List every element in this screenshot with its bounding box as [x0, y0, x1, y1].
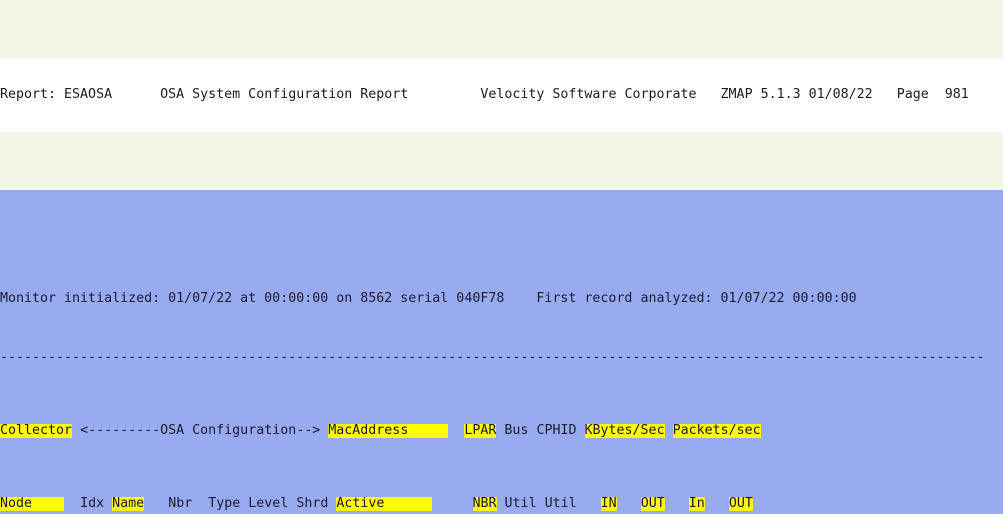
report-header-band: Monitor initialized: 01/07/22 at 00:00:0…	[0, 190, 1003, 514]
hdr2-gap-3	[144, 497, 168, 511]
header-bus: Bus	[504, 423, 529, 438]
header-node-pad	[32, 496, 65, 511]
header-lpar-nbr: NBR	[472, 496, 497, 511]
header-type: Type	[208, 496, 241, 511]
hdr2-gap-8	[432, 497, 472, 511]
hdr1-gap-1	[72, 424, 80, 438]
report-label: Report: ESAOSA	[0, 87, 113, 102]
title-gap-5	[929, 88, 945, 102]
rule-top: ----------------------------------------…	[0, 350, 985, 365]
header-osa-config-span: <---------OSA Configuration-->	[80, 423, 321, 438]
blue-spacer-top	[0, 233, 1003, 249]
hdr1-gap-6	[577, 424, 585, 438]
header-idx: Idx	[80, 496, 105, 511]
header-packets-out: OUT	[728, 496, 753, 511]
title-gap-2	[408, 88, 480, 102]
vendor-name: Velocity Software Corporate	[480, 87, 697, 102]
header-cphid: CPHID	[536, 423, 577, 438]
column-header-line-1: Collector <---------OSA Configuration-->…	[0, 423, 1003, 439]
header-packets-sec: Packets/sec	[672, 423, 761, 438]
title-gap-4	[873, 88, 897, 102]
report-title-band: Report: ESAOSA OSA System Configuration …	[0, 58, 1003, 132]
hdr2-gap-2	[104, 497, 112, 511]
hdr2-gap-11	[577, 497, 601, 511]
page-number: 981	[944, 87, 969, 102]
hdr1-gap-3	[448, 424, 464, 438]
header-active-pad	[384, 496, 433, 511]
header-node: Node	[0, 496, 33, 511]
monitor-gap	[504, 292, 536, 306]
header-name: Name	[112, 496, 145, 511]
hdr2-gap-4	[192, 497, 208, 511]
header-bus-util: Util	[504, 496, 537, 511]
osa-configuration-report: Report: ESAOSA OSA System Configuration …	[0, 0, 1003, 514]
header-collector: Collector	[0, 423, 73, 438]
header-active: Active	[336, 496, 385, 511]
header-kbytes-in: IN	[600, 496, 617, 511]
header-lpar: LPAR	[464, 423, 497, 438]
header-level: Level	[248, 496, 289, 511]
header-cphid-util: Util	[544, 496, 577, 511]
header-packets-in: In	[688, 496, 705, 511]
header-shrd: Shrd	[296, 496, 329, 511]
title-gap-1	[112, 88, 160, 102]
hdr2-gap-10	[537, 497, 545, 511]
page-label: Page	[896, 87, 929, 102]
hdr2-gap-14	[705, 497, 729, 511]
title-gap-3	[697, 88, 721, 102]
header-mac-address-pad	[408, 423, 449, 438]
monitor-initialized-text: Monitor initialized: 01/07/22 at 00:00:0…	[0, 292, 505, 307]
report-title-line: Report: ESAOSA OSA System Configuration …	[0, 88, 1003, 103]
hdr2-gap-12	[617, 497, 641, 511]
header-kbytes-sec: KBytes/Sec	[584, 423, 665, 438]
report-name: OSA System Configuration Report	[160, 87, 409, 102]
column-header-line-2: Node Idx Name Nbr Type Level Shrd Active…	[0, 496, 1003, 512]
header-kbytes-out: OUT	[640, 496, 665, 511]
monitor-initialized-line: Monitor initialized: 01/07/22 at 00:00:0…	[0, 292, 1003, 307]
hdr2-gap-9	[497, 497, 505, 511]
hdr2-gap-1	[64, 497, 80, 511]
first-record-text: First record analyzed: 01/07/22 00:00:00	[536, 292, 857, 307]
hdr2-gap-13	[665, 497, 689, 511]
hdr1-gap-7	[665, 424, 673, 438]
product-version: ZMAP 5.1.3 01/08/22	[720, 87, 873, 102]
header-mac-address: MacAddress	[328, 423, 409, 438]
header-nbr: Nbr	[168, 496, 193, 511]
